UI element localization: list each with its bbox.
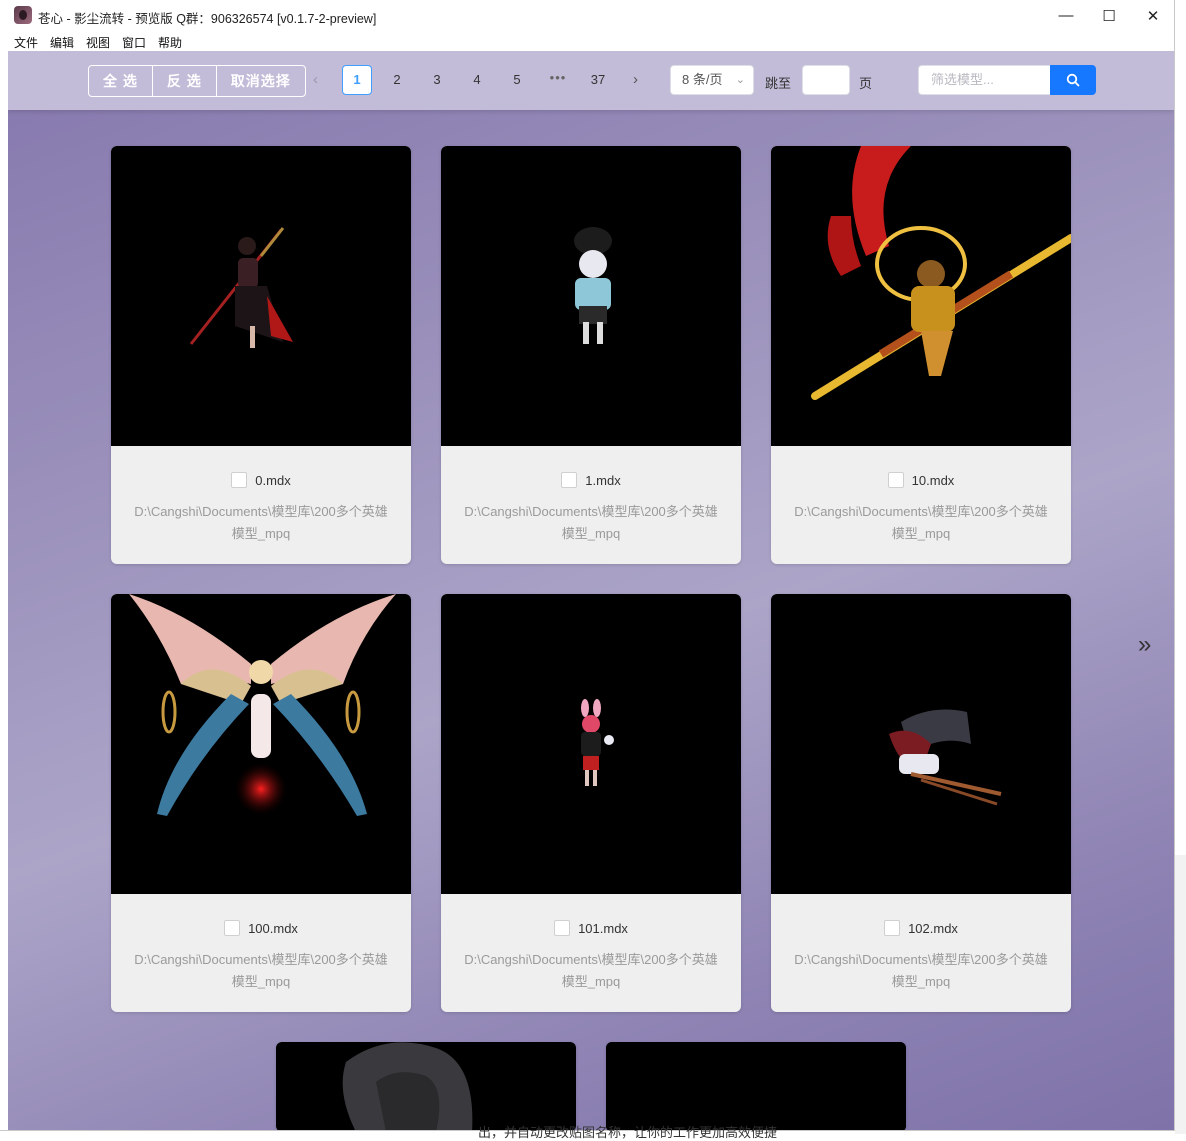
card-title: 0.mdx — [111, 472, 411, 488]
toolbar: 全 选 反 选 取消选择 ‹ 1 2 3 4 5 ••• 37 › 8 条/页 … — [8, 51, 1174, 110]
page-size-value: 8 条/页 — [682, 72, 723, 87]
menu-help[interactable]: 帮助 — [158, 34, 182, 51]
model-preview[interactable] — [441, 594, 741, 894]
search-button[interactable] — [1050, 65, 1096, 95]
select-checkbox[interactable] — [561, 472, 578, 488]
search-icon — [1066, 73, 1080, 87]
app-logo-icon — [14, 6, 32, 24]
close-button[interactable]: ✕ — [1130, 0, 1174, 31]
menu-view[interactable]: 视图 — [86, 34, 110, 51]
background-panel — [1175, 855, 1186, 1134]
model-render-3 — [129, 594, 396, 816]
jump-suffix: 页 — [859, 76, 873, 91]
menu-bar: 文件 编辑 视图 窗口 帮助 — [0, 31, 1174, 51]
select-checkbox[interactable] — [231, 472, 248, 488]
next-page-side-icon[interactable]: » — [1138, 631, 1151, 659]
model-render-0 — [189, 227, 293, 348]
model-path: D:\Cangshi\Documents\模型库\200多个英雄模型_mpq — [464, 952, 718, 989]
filter-input[interactable]: 筛选模型... — [918, 65, 1050, 95]
model-card[interactable]: 102.mdx D:\Cangshi\Documents\模型库\200多个英雄… — [771, 594, 1071, 1012]
app-window: 苍心 - 影尘流转 - 预览版 Q群：906326574 [v0.1.7-2-p… — [0, 0, 1175, 1131]
model-path: D:\Cangshi\Documents\模型库\200多个英雄模型_mpq — [794, 504, 1048, 541]
deselect-button[interactable]: 取消选择 — [217, 66, 305, 96]
card-title: 101.mdx — [441, 920, 741, 936]
model-filename: 0.mdx — [255, 473, 291, 488]
model-filename: 10.mdx — [911, 473, 955, 488]
invert-selection-button[interactable]: 反 选 — [153, 66, 217, 96]
jump-page-input[interactable] — [802, 65, 850, 95]
page-ellipsis[interactable]: ••• — [543, 65, 573, 95]
menu-file[interactable]: 文件 — [14, 34, 38, 51]
model-card[interactable] — [276, 1042, 576, 1130]
model-preview[interactable] — [771, 146, 1071, 446]
prev-page-icon[interactable]: ‹ — [313, 71, 318, 88]
model-card[interactable]: 100.mdx D:\Cangshi\Documents\模型库\200多个英雄… — [111, 594, 411, 1012]
model-path: D:\Cangshi\Documents\模型库\200多个英雄模型_mpq — [134, 952, 388, 989]
select-checkbox[interactable] — [887, 472, 904, 488]
maximize-button[interactable]: ☐ — [1086, 0, 1132, 31]
select-checkbox[interactable] — [554, 920, 571, 936]
next-page-icon[interactable]: › — [633, 71, 638, 88]
model-path: D:\Cangshi\Documents\模型库\200多个英雄模型_mpq — [464, 504, 718, 541]
model-render-4 — [581, 699, 614, 786]
model-filename: 100.mdx — [248, 921, 298, 936]
model-filename: 102.mdx — [908, 921, 958, 936]
model-preview[interactable] — [606, 1042, 906, 1130]
model-render-2 — [811, 146, 1071, 400]
select-checkbox[interactable] — [224, 920, 241, 936]
chevron-down-icon: ⌄ — [735, 74, 745, 86]
model-path: D:\Cangshi\Documents\模型库\200多个英雄模型_mpq — [794, 952, 1048, 989]
model-card[interactable]: 101.mdx D:\Cangshi\Documents\模型库\200多个英雄… — [441, 594, 741, 1012]
page-4[interactable]: 4 — [462, 65, 492, 95]
minimize-button[interactable]: — — [1043, 0, 1089, 31]
card-title: 10.mdx — [771, 472, 1071, 488]
card-title: 1.mdx — [441, 472, 741, 488]
background-window-text: 出，并自动更改贴图名称，让你的工作更加高效便捷 — [478, 1125, 778, 1140]
model-card[interactable]: 1.mdx D:\Cangshi\Documents\模型库\200多个英雄模型… — [441, 146, 741, 564]
card-title: 102.mdx — [771, 920, 1071, 936]
main-content: 全 选 反 选 取消选择 ‹ 1 2 3 4 5 ••• 37 › 8 条/页 … — [8, 51, 1174, 1130]
model-render-6 — [342, 1042, 473, 1130]
select-all-button[interactable]: 全 选 — [89, 66, 153, 96]
page-5[interactable]: 5 — [502, 65, 532, 95]
model-path: D:\Cangshi\Documents\模型库\200多个英雄模型_mpq — [134, 504, 388, 541]
model-card[interactable]: 10.mdx D:\Cangshi\Documents\模型库\200多个英雄模… — [771, 146, 1071, 564]
page-37[interactable]: 37 — [583, 65, 613, 95]
card-title: 100.mdx — [111, 920, 411, 936]
select-checkbox[interactable] — [884, 920, 901, 936]
model-filename: 101.mdx — [578, 921, 628, 936]
background-window-edge — [1175, 0, 1186, 1134]
model-preview[interactable] — [441, 146, 741, 446]
menu-window[interactable]: 窗口 — [122, 34, 146, 51]
model-preview[interactable] — [111, 146, 411, 446]
window-title: 苍心 - 影尘流转 - 预览版 Q群：906326574 [v0.1.7-2-p… — [38, 12, 377, 26]
menu-edit[interactable]: 编辑 — [50, 34, 74, 51]
model-filename: 1.mdx — [585, 473, 621, 488]
jump-label: 跳至 — [765, 76, 792, 91]
page-2[interactable]: 2 — [382, 65, 412, 95]
model-preview[interactable] — [771, 594, 1071, 894]
page-3[interactable]: 3 — [422, 65, 452, 95]
page-size-select[interactable]: 8 条/页 ⌄ — [670, 65, 754, 95]
title-bar: 苍心 - 影尘流转 - 预览版 Q群：906326574 [v0.1.7-2-p… — [0, 0, 1174, 31]
model-preview[interactable] — [111, 594, 411, 894]
model-card[interactable]: 0.mdx D:\Cangshi\Documents\模型库\200多个英雄模型… — [111, 146, 411, 564]
model-render-5 — [889, 709, 1002, 806]
page-1[interactable]: 1 — [342, 65, 372, 95]
selection-button-group: 全 选 反 选 取消选择 — [88, 65, 306, 97]
model-card[interactable] — [606, 1042, 906, 1130]
model-render-1 — [574, 227, 612, 344]
